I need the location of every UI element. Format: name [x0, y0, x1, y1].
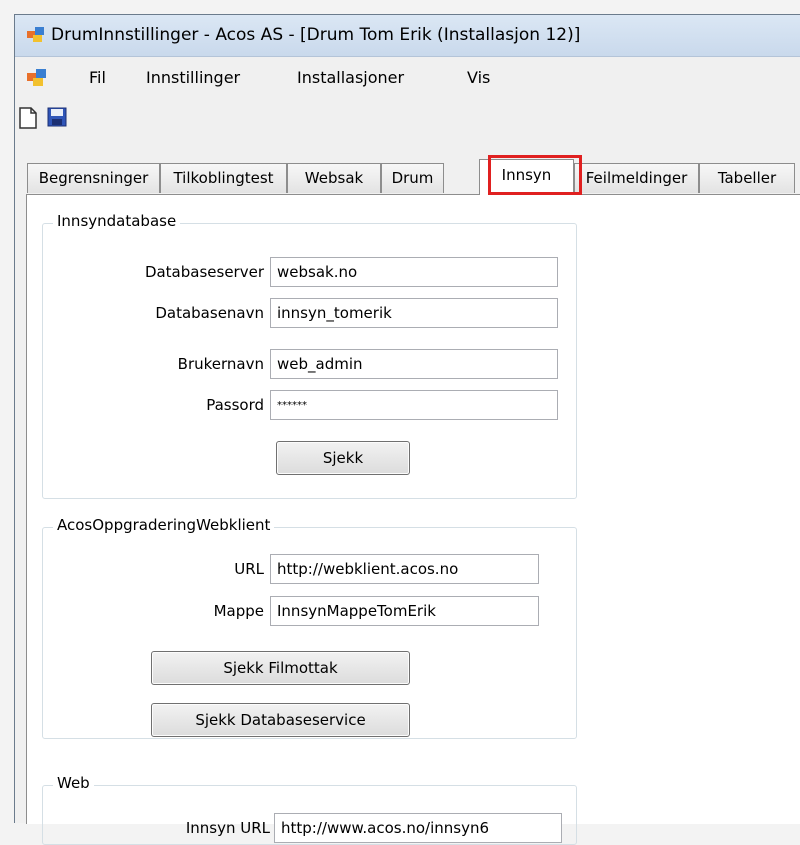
brukernavn-input[interactable] — [270, 349, 558, 379]
mappe-input[interactable] — [270, 596, 539, 626]
tab-feilmeldinger[interactable]: Feilmeldinger — [574, 163, 699, 193]
databasenavn-input[interactable] — [270, 298, 558, 328]
tab-websak[interactable]: Websak — [287, 163, 381, 193]
innsyn-url-label: Innsyn URL — [185, 819, 270, 837]
webklient-legend: AcosOppgraderingWebklient — [53, 516, 275, 534]
toolbar — [15, 98, 800, 138]
app-window: DrumInnstillinger - Acos AS - [Drum Tom … — [14, 14, 800, 845]
passord-input[interactable] — [270, 390, 558, 420]
sjekk-databaseservice-button[interactable]: Sjekk Databaseservice — [151, 703, 410, 737]
title-bar: DrumInnstillinger - Acos AS - [Drum Tom … — [15, 15, 800, 57]
tab-drum[interactable]: Drum — [381, 163, 444, 193]
web-legend: Web — [53, 774, 94, 792]
databaseserver-input[interactable] — [270, 257, 558, 287]
app-icon — [27, 27, 45, 47]
tab-begrensninger[interactable]: Begrensninger — [27, 163, 160, 193]
databasenavn-label: Databasenavn — [155, 304, 264, 322]
brukernavn-label: Brukernavn — [177, 355, 264, 373]
tab-panel-innsyn: Innsyndatabase Databaseserver Databasena… — [26, 194, 800, 845]
mappe-label: Mappe — [213, 602, 264, 620]
innsyndatabase-group: Innsyndatabase Databaseserver Databasena… — [42, 212, 577, 499]
url-label: URL — [234, 560, 264, 578]
new-document-icon[interactable] — [19, 107, 41, 129]
mdi-child-icon[interactable] — [27, 69, 47, 91]
menu-item-innstillinger[interactable]: Innstillinger — [146, 68, 240, 87]
databaseserver-label: Databaseserver — [144, 263, 264, 281]
menu-item-installasjoner[interactable]: Installasjoner — [297, 68, 404, 87]
window-title: DrumInnstillinger - Acos AS - [Drum Tom … — [51, 25, 581, 45]
passord-label: Passord — [206, 396, 264, 414]
url-input[interactable] — [270, 554, 539, 584]
innsyndatabase-legend: Innsyndatabase — [53, 212, 181, 230]
webklient-group: AcosOppgraderingWebklient URL Mappe Sjek… — [42, 516, 577, 739]
menu-bar: Fil Innstillinger Installasjoner Vis — [15, 58, 800, 98]
save-icon[interactable] — [47, 107, 69, 129]
web-group: Web Innsyn URL — [42, 774, 577, 845]
sjekk-button[interactable]: Sjekk — [276, 441, 410, 475]
tab-strip: Begrensninger Tilkoblingtest Websak Drum… — [15, 143, 800, 195]
sjekk-filmottak-button[interactable]: Sjekk Filmottak — [151, 651, 410, 685]
menu-item-fil[interactable]: Fil — [89, 68, 106, 87]
tab-tilkoblingtest[interactable]: Tilkoblingtest — [160, 163, 287, 193]
active-tab-highlight — [488, 155, 582, 195]
tab-tabeller[interactable]: Tabeller — [699, 163, 795, 193]
innsyn-url-input[interactable] — [274, 813, 562, 843]
menu-item-vis[interactable]: Vis — [467, 68, 490, 87]
